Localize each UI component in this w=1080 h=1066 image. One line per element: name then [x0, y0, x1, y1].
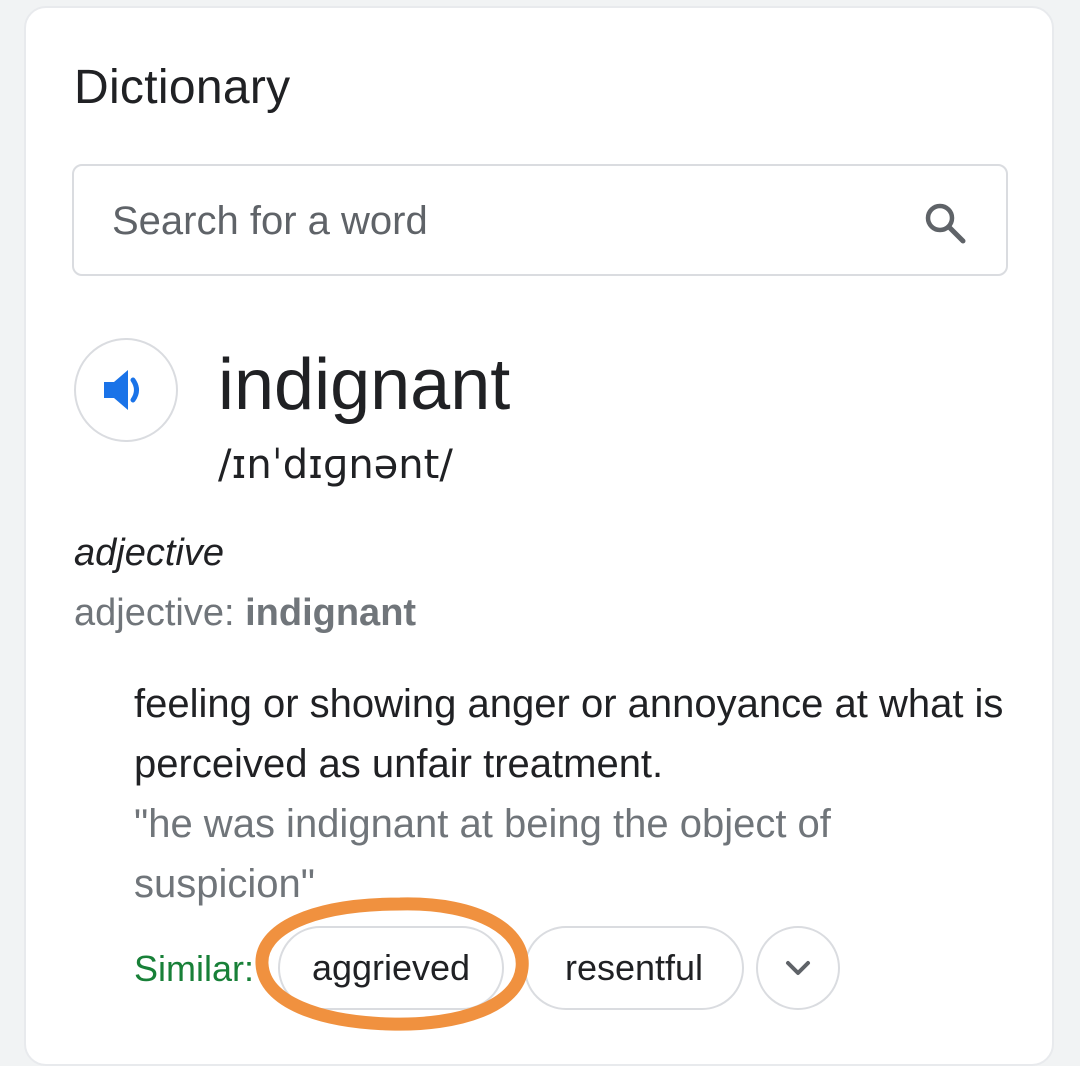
synonym-chip-resentful[interactable]: resentful [524, 926, 744, 1010]
pos-label-prefix: adjective: [74, 592, 246, 634]
example-sentence: "he was indignant at being the object of… [134, 802, 831, 906]
search-box[interactable] [72, 164, 1008, 276]
search-input[interactable] [110, 188, 894, 254]
similar-label: Similar: [134, 948, 255, 989]
part-of-speech: adjective [74, 532, 224, 574]
search-icon[interactable] [922, 200, 968, 246]
card-title: Dictionary [74, 61, 291, 114]
chevron-down-icon [786, 961, 810, 975]
dictionary-card: Dictionary indignant /ɪnˈdɪɡnənt/ adject… [24, 6, 1054, 1066]
expand-synonyms-button[interactable] [756, 926, 840, 1010]
headword: indignant [218, 345, 511, 425]
synonym-chip-aggrieved[interactable]: aggrieved [278, 926, 504, 1010]
pos-headword-line: adjective: indignant [74, 592, 416, 635]
pronunciation-button[interactable] [74, 338, 178, 442]
definition-text: feeling or showing anger or annoyance at… [134, 682, 1004, 786]
phonetic-transcription: /ɪnˈdɪɡnənt/ [218, 442, 453, 488]
pos-label-word: indignant [245, 592, 417, 634]
speaker-icon [104, 370, 139, 410]
